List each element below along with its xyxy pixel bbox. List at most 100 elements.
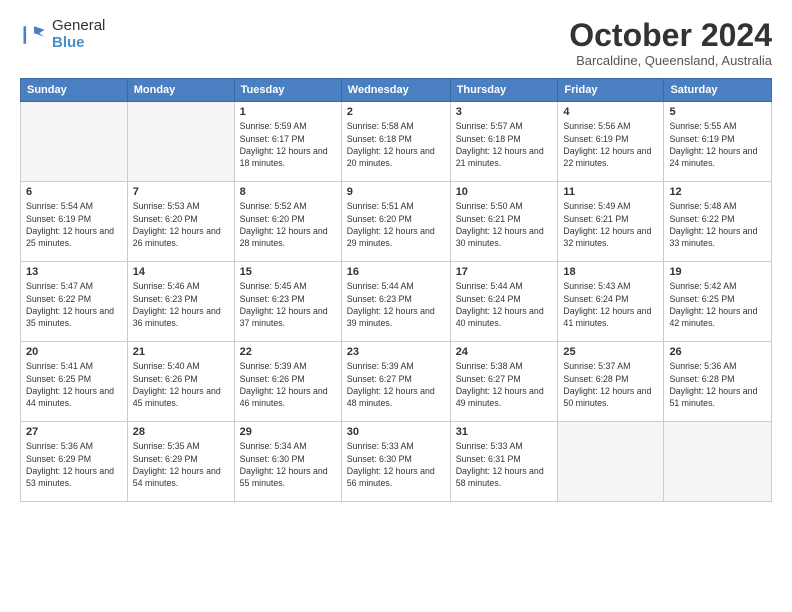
day-info: Sunrise: 5:39 AMSunset: 6:26 PMDaylight:…: [240, 360, 336, 409]
day-cell: 8 Sunrise: 5:52 AMSunset: 6:20 PMDaylight…: [234, 182, 341, 262]
day-number: 17: [456, 266, 553, 278]
day-cell: 25Sunrise: 5:37 AMSunset: 6:28 PMDayligh…: [558, 342, 664, 422]
day-info: Sunrise: 5:45 AMSunset: 6:23 PMDaylight:…: [240, 280, 336, 329]
day-cell: 5 Sunrise: 5:55 AMSunset: 6:19 PMDaylight…: [664, 102, 772, 182]
header-tuesday: Tuesday: [234, 79, 341, 102]
calendar-page: General Blue October 2024 Barcaldine, Qu…: [0, 0, 792, 612]
day-info: Sunrise: 5:48 AMSunset: 6:22 PMDaylight:…: [669, 200, 766, 249]
day-number: 11: [563, 186, 658, 198]
day-info: Sunrise: 5:50 AMSunset: 6:21 PMDaylight:…: [456, 200, 553, 249]
day-info: Sunrise: 5:35 AMSunset: 6:29 PMDaylight:…: [133, 440, 229, 489]
day-number: 9: [347, 186, 445, 198]
day-number: 15: [240, 266, 336, 278]
logo-text: General Blue: [52, 18, 105, 51]
day-cell: [558, 422, 664, 502]
day-cell: 29Sunrise: 5:34 AMSunset: 6:30 PMDayligh…: [234, 422, 341, 502]
day-number: 16: [347, 266, 445, 278]
week-row-3: 20 Sunrise: 5:41 AMSunset: 6:25 PMDayligh…: [21, 342, 772, 422]
day-cell: 6Sunrise: 5:54 AMSunset: 6:19 PMDaylight…: [21, 182, 128, 262]
day-number: 3: [456, 106, 553, 118]
day-info: Sunrise: 5:52 AMSunset: 6:20 PMDaylight:…: [240, 200, 336, 249]
day-cell: 23 Sunrise: 5:39 AMSunset: 6:27 PMDayligh…: [341, 342, 450, 422]
day-info: Sunrise: 5:55 AMSunset: 6:19 PMDaylight:…: [669, 120, 766, 169]
day-number: 25: [563, 346, 658, 358]
day-info: Sunrise: 5:36 AMSunset: 6:28 PMDaylight:…: [669, 360, 766, 409]
day-cell: 21 Sunrise: 5:40 AMSunset: 6:26 PMDayligh…: [127, 342, 234, 422]
day-info: Sunrise: 5:57 AMSunset: 6:18 PMDaylight:…: [456, 120, 553, 169]
day-info: Sunrise: 5:47 AMSunset: 6:22 PMDaylight:…: [26, 280, 122, 329]
day-number: 20: [26, 346, 122, 358]
calendar-table: Sunday Monday Tuesday Wednesday Thursday…: [20, 78, 772, 502]
header-wednesday: Wednesday: [341, 79, 450, 102]
day-info: Sunrise: 5:51 AMSunset: 6:20 PMDaylight:…: [347, 200, 445, 249]
day-cell: 24Sunrise: 5:38 AMSunset: 6:27 PMDayligh…: [450, 342, 558, 422]
day-number: 22: [240, 346, 336, 358]
day-number: 13: [26, 266, 122, 278]
week-row-4: 27Sunrise: 5:36 AMSunset: 6:29 PMDayligh…: [21, 422, 772, 502]
logo-blue: Blue: [52, 35, 105, 52]
day-cell: [21, 102, 128, 182]
day-info: Sunrise: 5:59 AMSunset: 6:17 PMDaylight:…: [240, 120, 336, 169]
day-number: 23: [347, 346, 445, 358]
day-headers-row: Sunday Monday Tuesday Wednesday Thursday…: [21, 79, 772, 102]
day-number: 10: [456, 186, 553, 198]
day-cell: 10 Sunrise: 5:50 AMSunset: 6:21 PMDayligh…: [450, 182, 558, 262]
day-cell: [664, 422, 772, 502]
day-number: 21: [133, 346, 229, 358]
day-number: 7: [133, 186, 229, 198]
day-cell: 22 Sunrise: 5:39 AMSunset: 6:26 PMDayligh…: [234, 342, 341, 422]
day-cell: 4 Sunrise: 5:56 AMSunset: 6:19 PMDaylight…: [558, 102, 664, 182]
day-cell: 27Sunrise: 5:36 AMSunset: 6:29 PMDayligh…: [21, 422, 128, 502]
day-info: Sunrise: 5:56 AMSunset: 6:19 PMDaylight:…: [563, 120, 658, 169]
day-info: Sunrise: 5:33 AMSunset: 6:30 PMDaylight:…: [347, 440, 445, 489]
day-cell: 31 Sunrise: 5:33 AMSunset: 6:31 PMDayligh…: [450, 422, 558, 502]
day-number: 18: [563, 266, 658, 278]
month-title: October 2024: [569, 18, 772, 53]
header-saturday: Saturday: [664, 79, 772, 102]
day-number: 19: [669, 266, 766, 278]
day-number: 28: [133, 426, 229, 438]
day-info: Sunrise: 5:44 AMSunset: 6:24 PMDaylight:…: [456, 280, 553, 329]
day-cell: 17 Sunrise: 5:44 AMSunset: 6:24 PMDayligh…: [450, 262, 558, 342]
header-friday: Friday: [558, 79, 664, 102]
week-row-1: 6Sunrise: 5:54 AMSunset: 6:19 PMDaylight…: [21, 182, 772, 262]
day-number: 8: [240, 186, 336, 198]
day-number: 5: [669, 106, 766, 118]
day-info: Sunrise: 5:39 AMSunset: 6:27 PMDaylight:…: [347, 360, 445, 409]
day-cell: 3 Sunrise: 5:57 AMSunset: 6:18 PMDaylight…: [450, 102, 558, 182]
header: General Blue October 2024 Barcaldine, Qu…: [20, 18, 772, 68]
title-section: October 2024 Barcaldine, Queensland, Aus…: [569, 18, 772, 68]
day-cell: 30 Sunrise: 5:33 AMSunset: 6:30 PMDayligh…: [341, 422, 450, 502]
day-info: Sunrise: 5:58 AMSunset: 6:18 PMDaylight:…: [347, 120, 445, 169]
day-cell: 19Sunrise: 5:42 AMSunset: 6:25 PMDayligh…: [664, 262, 772, 342]
day-info: Sunrise: 5:40 AMSunset: 6:26 PMDaylight:…: [133, 360, 229, 409]
day-info: Sunrise: 5:43 AMSunset: 6:24 PMDaylight:…: [563, 280, 658, 329]
day-cell: 9 Sunrise: 5:51 AMSunset: 6:20 PMDaylight…: [341, 182, 450, 262]
day-cell: 14Sunrise: 5:46 AMSunset: 6:23 PMDayligh…: [127, 262, 234, 342]
logo-icon: [20, 21, 48, 49]
day-cell: 20 Sunrise: 5:41 AMSunset: 6:25 PMDayligh…: [21, 342, 128, 422]
day-number: 6: [26, 186, 122, 198]
day-number: 26: [669, 346, 766, 358]
day-number: 14: [133, 266, 229, 278]
day-cell: 26 Sunrise: 5:36 AMSunset: 6:28 PMDayligh…: [664, 342, 772, 422]
day-number: 31: [456, 426, 553, 438]
day-info: Sunrise: 5:33 AMSunset: 6:31 PMDaylight:…: [456, 440, 553, 489]
day-number: 2: [347, 106, 445, 118]
day-cell: 11Sunrise: 5:49 AMSunset: 6:21 PMDayligh…: [558, 182, 664, 262]
day-info: Sunrise: 5:36 AMSunset: 6:29 PMDaylight:…: [26, 440, 122, 489]
day-cell: [127, 102, 234, 182]
day-cell: 2 Sunrise: 5:58 AMSunset: 6:18 PMDaylight…: [341, 102, 450, 182]
header-sunday: Sunday: [21, 79, 128, 102]
day-info: Sunrise: 5:38 AMSunset: 6:27 PMDaylight:…: [456, 360, 553, 409]
week-row-0: 1 Sunrise: 5:59 AMSunset: 6:17 PMDaylight…: [21, 102, 772, 182]
day-info: Sunrise: 5:41 AMSunset: 6:25 PMDaylight:…: [26, 360, 122, 409]
day-cell: 28 Sunrise: 5:35 AMSunset: 6:29 PMDayligh…: [127, 422, 234, 502]
day-cell: 1 Sunrise: 5:59 AMSunset: 6:17 PMDaylight…: [234, 102, 341, 182]
day-number: 30: [347, 426, 445, 438]
day-number: 1: [240, 106, 336, 118]
day-number: 4: [563, 106, 658, 118]
header-thursday: Thursday: [450, 79, 558, 102]
logo-general: General: [52, 18, 105, 35]
day-cell: 18 Sunrise: 5:43 AMSunset: 6:24 PMDayligh…: [558, 262, 664, 342]
